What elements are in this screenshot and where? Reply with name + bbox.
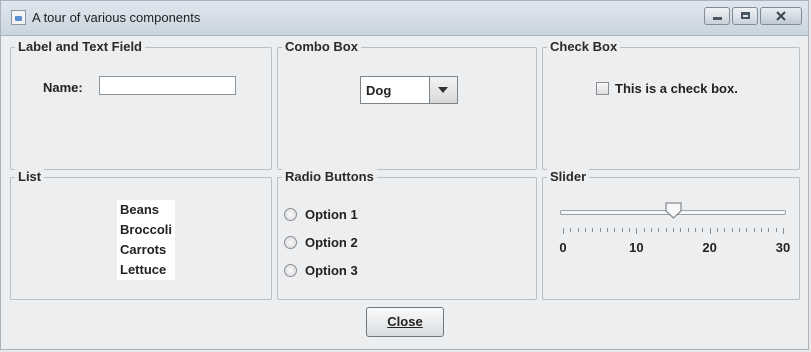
panel-title: Combo Box: [282, 39, 361, 55]
slider-tick: [658, 228, 660, 232]
slider-tick: [717, 228, 718, 232]
checkbox-label[interactable]: This is a check box.: [615, 81, 738, 96]
slider-tick: [599, 228, 601, 232]
list-item[interactable]: Carrots: [117, 240, 175, 260]
java-app-icon: [11, 10, 26, 25]
slider-tick: [731, 228, 733, 232]
list-item[interactable]: Broccoli: [117, 220, 175, 240]
list-item[interactable]: Beans: [117, 200, 175, 220]
slider-tick: [753, 228, 755, 232]
radio-option-3[interactable]: [284, 264, 297, 277]
slider-tick: [607, 228, 608, 232]
slider-tick: [665, 228, 667, 232]
window-controls: [704, 7, 802, 25]
sample-checkbox[interactable]: [596, 82, 609, 95]
slider-tick: [702, 228, 704, 232]
slider-tick: [621, 228, 623, 232]
slider-tick: [585, 228, 586, 232]
slider-tick: [709, 228, 711, 234]
radio-option-3-label[interactable]: Option 3: [305, 263, 358, 278]
slider-tick-label: 20: [702, 240, 717, 255]
slider-tick: [775, 228, 777, 232]
chevron-down-icon[interactable]: [429, 77, 457, 103]
slider-tick: [643, 228, 645, 232]
close-icon: [776, 11, 786, 21]
slider-tick: [592, 228, 594, 232]
slider-tick: [768, 228, 770, 232]
slider-tick: [739, 228, 740, 232]
slider-panel: Slider 0 10 20 30: [542, 169, 800, 300]
maximize-button[interactable]: [732, 7, 758, 25]
minimize-icon: [713, 17, 722, 20]
slider-tick: [695, 228, 696, 232]
list-panel: List Beans Broccoli Carrots Lettuce: [10, 169, 272, 300]
slider-tick: [746, 228, 748, 232]
radio-option-1-label[interactable]: Option 1: [305, 207, 358, 222]
slider-tick: [629, 228, 630, 232]
slider-tick: [673, 228, 674, 232]
slider-tick: [761, 228, 762, 232]
close-button[interactable]: Close: [366, 307, 444, 337]
panel-title: Label and Text Field: [15, 39, 146, 55]
slider-tick: [724, 228, 726, 232]
panel-title: Slider: [547, 169, 590, 185]
list-item[interactable]: Lettuce: [117, 260, 175, 280]
radio-option-2-label[interactable]: Option 2: [305, 235, 358, 250]
radio-option-1[interactable]: [284, 208, 297, 221]
radio-option-2[interactable]: [284, 236, 297, 249]
panel-title: Radio Buttons: [282, 169, 377, 185]
name-field[interactable]: [99, 76, 236, 95]
combo-selected-value: Dog: [366, 83, 392, 98]
panel-title: List: [15, 169, 45, 185]
title-bar[interactable]: A tour of various components: [1, 1, 808, 36]
vegetable-list[interactable]: Beans Broccoli Carrots Lettuce: [117, 200, 175, 280]
animal-combo-box[interactable]: Dog: [360, 76, 458, 104]
window-title: A tour of various components: [32, 10, 201, 25]
close-window-button[interactable]: [760, 7, 802, 25]
slider-tick: [570, 228, 572, 232]
slider-tick: [687, 228, 689, 232]
name-label: Name:: [43, 80, 83, 95]
panel-title: Check Box: [547, 39, 621, 55]
minimize-button[interactable]: [704, 7, 730, 25]
slider-thumb[interactable]: [665, 202, 682, 219]
slider-tick: [614, 228, 616, 232]
combo-box-panel: Combo Box Dog: [277, 39, 537, 170]
radio-buttons-panel: Radio Buttons Option 1 Option 2 Option 3: [277, 169, 537, 300]
maximize-icon: [741, 12, 750, 19]
content-area: Label and Text Field Name: Combo Box Dog…: [10, 37, 800, 341]
slider-tick: [680, 228, 682, 232]
slider-tick: [783, 228, 784, 234]
close-button-label: Close: [387, 314, 423, 329]
main-window: A tour of various components Label and T…: [0, 0, 809, 350]
label-text-field-panel: Label and Text Field Name:: [10, 39, 272, 170]
slider-tick-label: 30: [775, 240, 791, 255]
slider-tick-label: 0: [559, 240, 567, 255]
slider-tick-label: 10: [629, 240, 644, 255]
slider-tick: [651, 228, 652, 232]
slider-tick: [636, 228, 638, 234]
check-box-panel: Check Box This is a check box.: [542, 39, 800, 170]
slider-tick: [563, 228, 564, 234]
slider-tick: [577, 228, 579, 232]
